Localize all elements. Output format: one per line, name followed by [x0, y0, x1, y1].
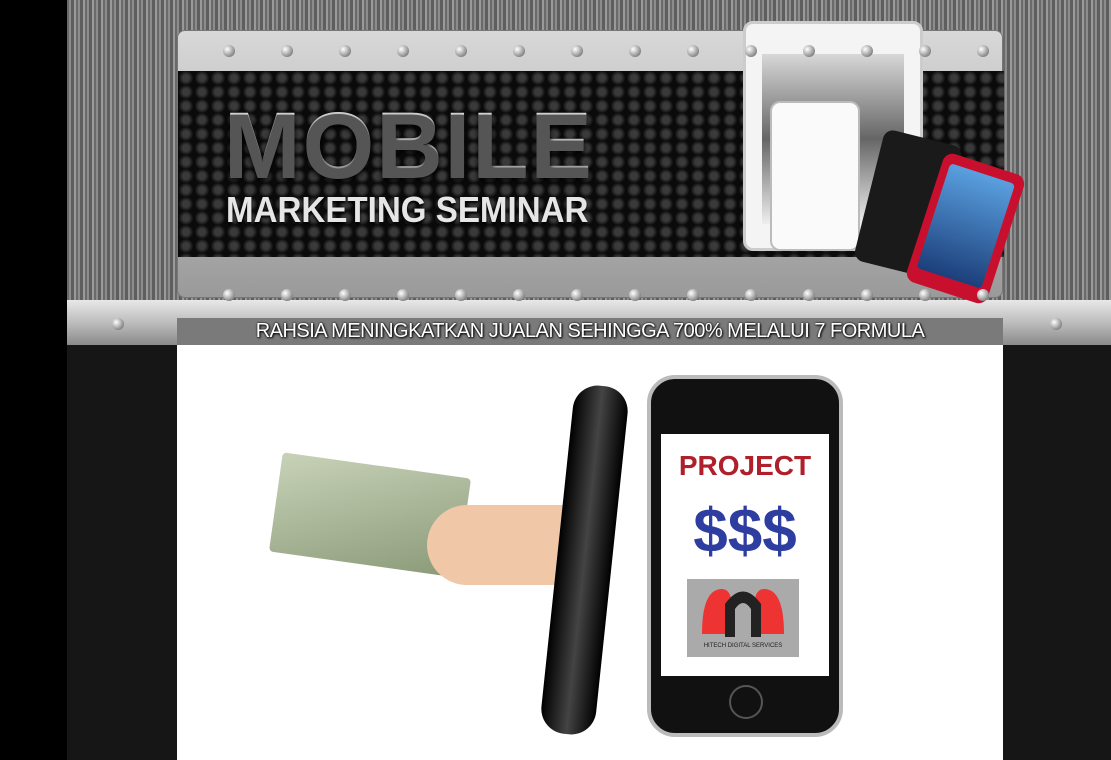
home-button-icon [729, 685, 763, 719]
rivet-icon [1050, 318, 1062, 330]
rivet-icon [571, 289, 583, 301]
page-subtitle: MARKETING SEMINAR [226, 189, 589, 230]
rivet-icon [687, 289, 699, 301]
rivet-icon [745, 45, 757, 57]
rivet-icon [223, 289, 235, 301]
page: MOBILE MARKETING SEMINAR RAHSIA MENINGKA… [67, 0, 1111, 760]
rivet-icon [977, 289, 989, 301]
rivet-icon [571, 45, 583, 57]
rivet-icon [281, 45, 293, 57]
rivet-icon [112, 318, 124, 330]
rivet-icon [513, 289, 525, 301]
project-heading: PROJECT [678, 450, 812, 481]
rivet-icon [629, 45, 641, 57]
smartphone-screen: PROJECT $$$ HITECH DIGITAL SERVICES [661, 434, 829, 676]
page-title: MOBILE [224, 94, 594, 196]
rivet-icon [397, 45, 409, 57]
rivet-icon [281, 289, 293, 301]
content-area: PROJECT $$$ HITECH DIGITAL SERVICES [177, 345, 1003, 760]
rivet-icon [687, 45, 699, 57]
rivet-icon [861, 45, 873, 57]
header-banner: MOBILE MARKETING SEMINAR [177, 21, 1027, 306]
hitech-logo: HITECH DIGITAL SERVICES [687, 579, 799, 657]
rivet-icon [397, 289, 409, 301]
rivet-icon [803, 45, 815, 57]
logo-text: HITECH DIGITAL SERVICES [703, 643, 783, 649]
rivet-icon [513, 45, 525, 57]
dollar-symbols: $$$ [693, 497, 797, 566]
tagline: RAHSIA MENINGKATKAN JUALAN SEHINGGA 700%… [255, 320, 925, 342]
smartphone-image: PROJECT $$$ HITECH DIGITAL SERVICES [647, 375, 843, 737]
rivet-icon [339, 45, 351, 57]
rivet-icon [919, 45, 931, 57]
iphone-image [770, 101, 860, 251]
rivet-icon [223, 45, 235, 57]
rivet-icon [803, 289, 815, 301]
rivet-icon [339, 289, 351, 301]
rivet-icon [455, 289, 467, 301]
rivet-icon [977, 45, 989, 57]
rivet-icon [919, 289, 931, 301]
rivet-icon [745, 289, 757, 301]
rivet-icon [455, 45, 467, 57]
rivet-icon [629, 289, 641, 301]
rivet-icon [861, 289, 873, 301]
